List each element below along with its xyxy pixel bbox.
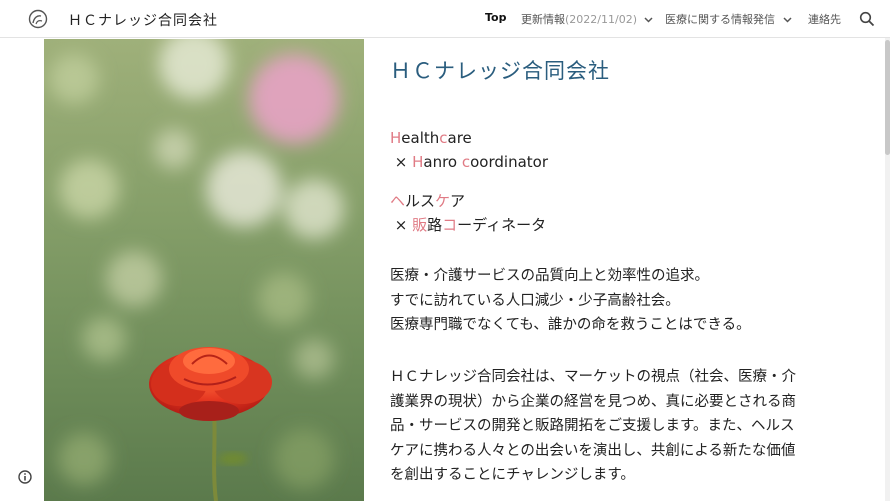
scrollbar-thumb[interactable] <box>885 40 890 155</box>
nav-medical-info-label: 医療に関する情報発信 <box>665 13 775 26</box>
paragraph-line: 医療・介護サービスの品質向上と効率性の追求。 <box>390 268 709 284</box>
site-header: ＨＣナレッジ合同会社 Top 更新情報(2022/11/02) 医療に関する情報… <box>0 0 890 38</box>
tagline-text: are <box>447 129 472 147</box>
paragraph-line: 護業界の現状）から企業の経営を見つめ、真に必要とされる商 <box>390 393 796 410</box>
tagline-ja-line1: ヘルスケア <box>390 190 465 211</box>
nav-updates[interactable]: 更新情報(2022/11/02) <box>521 11 654 27</box>
paragraph-line: 品・サービスの開発と販路開拓をご支援します。また、ヘルス <box>390 418 795 434</box>
search-icon[interactable] <box>859 11 875 27</box>
intro-paragraph: 医療・介護サービスの品質向上と効率性の追求。 すでに訪れている人口減少・少子高齢… <box>390 264 840 338</box>
tagline-text: ーディネータ <box>457 216 547 234</box>
tagline-text: ルス <box>405 192 436 210</box>
info-icon[interactable] <box>18 470 32 484</box>
rose-photo <box>44 39 364 501</box>
paragraph-line: ケアに携わる人々との出会いを演出し、共創による新たな価値 <box>390 442 796 459</box>
company-description: ＨＣナレッジ合同会社は、マーケットの視点（社会、医療・介 護業界の現状）から企業… <box>390 365 840 488</box>
paragraph-line: 医療専門職でなくても、誰かの命を救うことはできる。 <box>390 317 751 333</box>
tagline-text: コ <box>442 216 458 234</box>
tagline-text: ア <box>450 192 466 210</box>
tagline-text: × <box>390 153 413 171</box>
site-title[interactable]: ＨＣナレッジ合同会社 <box>68 10 218 30</box>
nav-top[interactable]: Top <box>485 11 506 24</box>
tagline-text: 路 <box>427 216 443 234</box>
chevron-down-icon <box>644 17 654 23</box>
tagline-text: c <box>461 153 471 171</box>
tagline-text: ヘ <box>390 192 406 210</box>
tagline-en-line1: Healthcare <box>390 129 472 147</box>
tagline-en-line2: × Hanro coordinator <box>390 153 548 171</box>
page-heading: ＨＣナレッジ合同会社 <box>390 59 610 83</box>
tagline-text: H <box>390 129 402 147</box>
paragraph-line: を創出することにチャレンジします。 <box>390 467 635 483</box>
nav-contact-label: 連絡先 <box>808 13 841 26</box>
chevron-down-icon <box>782 17 792 23</box>
nav-contact[interactable]: 連絡先 <box>808 11 841 27</box>
tagline-ja-line2: × 販路コーディネータ <box>390 214 546 235</box>
tagline-text: 販 <box>412 216 428 234</box>
nav-updates-label: 更新情報 <box>521 13 565 26</box>
paragraph-line: ＨＣナレッジ合同会社は、マーケットの視点（社会、医療・介 <box>390 369 796 385</box>
tagline-text: × <box>390 216 413 234</box>
tagline-text: anro <box>423 153 462 171</box>
tagline-text: oordinator <box>470 153 548 171</box>
tagline-text: ealth <box>401 129 440 147</box>
tagline-text: ケ <box>435 192 451 210</box>
nav-updates-date: (2022/11/02) <box>565 13 637 26</box>
paragraph-line: すでに訪れている人口減少・少子高齢社会。 <box>390 292 680 309</box>
tagline-text: H <box>412 153 424 171</box>
tagline-text: c <box>439 129 448 147</box>
nav-medical-info[interactable]: 医療に関する情報発信 <box>665 11 792 27</box>
nav-top-label: Top <box>485 11 507 24</box>
logo-icon[interactable] <box>28 9 48 29</box>
